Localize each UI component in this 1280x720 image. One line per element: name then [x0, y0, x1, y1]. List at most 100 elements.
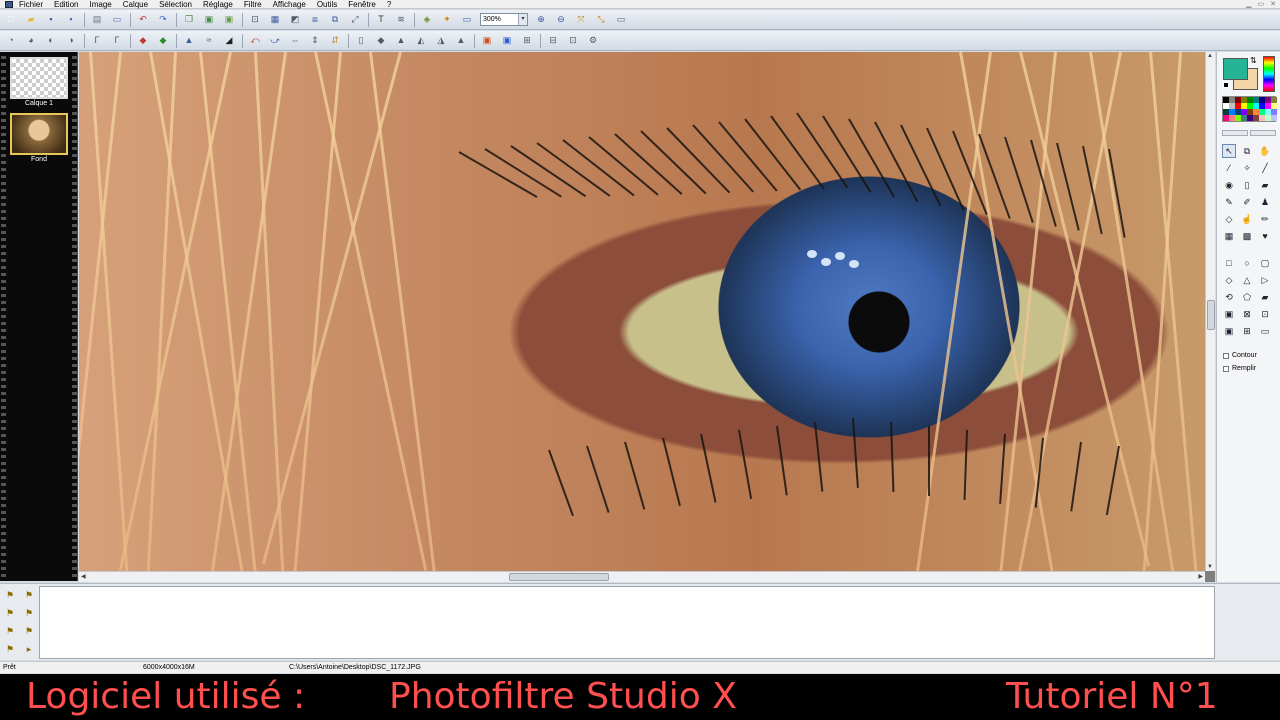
image-canvas[interactable]	[79, 52, 1205, 571]
color-balance-button[interactable]: ▣	[480, 34, 494, 48]
selection-f-tool[interactable]: ▭	[1258, 324, 1272, 338]
selection-e-tool[interactable]: ⊞	[1240, 324, 1254, 338]
scroll-down-icon[interactable]: ▼	[1207, 564, 1213, 570]
stamp-tool[interactable]: ♟	[1258, 195, 1272, 209]
layer-button[interactable]: ◈	[420, 13, 434, 27]
diamond-select-tool[interactable]: ◇	[1222, 273, 1236, 287]
zoom-out-button[interactable]: ⊖	[554, 13, 568, 27]
clone-tool[interactable]: ▩	[1240, 229, 1254, 243]
hand-tool[interactable]: ✋	[1258, 144, 1272, 158]
menu-item[interactable]: ?	[387, 0, 391, 9]
open-folder-button[interactable]: ▰	[24, 13, 38, 27]
select-arrow-tool[interactable]: ↖	[1222, 144, 1236, 158]
art-brush-tool[interactable]: ✐	[1240, 195, 1254, 209]
minimize-icon[interactable]: ▁	[1246, 0, 1251, 8]
flip-horizontal-button[interactable]: ⇔	[288, 34, 302, 48]
contour-checkbox[interactable]	[1223, 352, 1229, 359]
magic-wand-tool[interactable]: ✧	[1240, 161, 1254, 175]
warp-button[interactable]: ≋	[394, 13, 408, 27]
eyedropper-tool[interactable]: ⁄	[1222, 161, 1236, 175]
brush-tool[interactable]: ✎	[1222, 195, 1236, 209]
palette-slider[interactable]	[1222, 130, 1276, 136]
swap-colors-icon[interactable]: ⇅	[1250, 56, 1257, 65]
app-icon[interactable]	[5, 0, 13, 8]
eraser-tool[interactable]: ▰	[1258, 178, 1272, 192]
smudge-tool[interactable]: ☝	[1240, 212, 1254, 226]
selection-a-tool[interactable]: ▣	[1222, 307, 1236, 321]
scroll-right-icon[interactable]: ▶	[1198, 573, 1203, 580]
zoom-combobox[interactable]: 300% ▾	[480, 13, 528, 26]
menu-item[interactable]: Filtre	[244, 0, 262, 9]
frame-button[interactable]: ⊡	[566, 34, 580, 48]
layer-thumbnail[interactable]	[10, 57, 68, 99]
vertical-scroll-thumb[interactable]	[1207, 300, 1215, 330]
ellipse-select-tool[interactable]: ○	[1240, 256, 1254, 270]
gradient-button[interactable]: ⊟	[546, 34, 560, 48]
emboss-button[interactable]: ▲	[454, 34, 468, 48]
drop-button[interactable]: ◆	[374, 34, 388, 48]
polygon-lasso-tool[interactable]: ⬠	[1240, 290, 1254, 304]
line-tool[interactable]: ╱	[1258, 161, 1272, 175]
selection-b-tool[interactable]: ⊠	[1240, 307, 1254, 321]
rotate-left-button[interactable]: ⤺	[248, 34, 262, 48]
print-button[interactable]: ▤	[90, 13, 104, 27]
save-as-button[interactable]: ▪	[64, 13, 78, 27]
selection-c-tool[interactable]: ⊡	[1258, 307, 1272, 321]
rotate-right-button[interactable]: ⤻	[268, 34, 282, 48]
option-contour[interactable]: Contour	[1223, 352, 1257, 359]
palette-swatch[interactable]	[1271, 115, 1277, 121]
text-button[interactable]: T	[374, 13, 388, 27]
menu-item[interactable]: Réglage	[203, 0, 233, 9]
move-layer-tool[interactable]: ⧉	[1240, 144, 1254, 158]
scroll-up-icon[interactable]: ▲	[1207, 53, 1213, 59]
menu-item[interactable]: Fenêtre	[348, 0, 376, 9]
mirror-button[interactable]: ⇵	[328, 34, 342, 48]
flame-button[interactable]: ▲	[394, 34, 408, 48]
reset-colors-icon[interactable]	[1223, 82, 1229, 88]
layer-thumbnail[interactable]	[10, 113, 68, 155]
histogram-button[interactable]: ⊞	[520, 34, 534, 48]
layer-item-calque-1[interactable]: Calque 1	[10, 57, 68, 107]
save-button[interactable]: ▪	[44, 13, 58, 27]
history-a-button[interactable]: ⚑	[3, 588, 17, 602]
sharpen-button[interactable]: ◢	[222, 34, 236, 48]
sharpen-more-button[interactable]: ◮	[434, 34, 448, 48]
chevron-down-icon[interactable]: ▾	[518, 14, 527, 25]
undo-button[interactable]: ↶	[136, 13, 150, 27]
fit-window-button[interactable]: ⤧	[574, 13, 588, 27]
redo-button[interactable]: ↷	[156, 13, 170, 27]
rgb-button[interactable]: ▣	[500, 34, 514, 48]
history-e-button[interactable]: ⚑	[3, 624, 17, 638]
flip-vertical-button[interactable]: ⇕	[308, 34, 322, 48]
image-size-button[interactable]: ⧈	[308, 13, 322, 27]
canvas-size-button[interactable]: ⧉	[328, 13, 342, 27]
fullscreen-button[interactable]: ▭	[614, 13, 628, 27]
layer-item-fond[interactable]: Fond	[10, 113, 68, 163]
blur-button[interactable]: ◭	[414, 34, 428, 48]
menu-item[interactable]: Sélection	[159, 0, 192, 9]
crop-button[interactable]: ⊡	[248, 13, 262, 27]
transform-button[interactable]: ⤢	[348, 13, 362, 27]
remplir-checkbox[interactable]	[1223, 365, 1229, 372]
menu-item[interactable]: Edition	[54, 0, 78, 9]
border-button[interactable]: ▯	[354, 34, 368, 48]
history-list[interactable]	[39, 586, 1215, 659]
menu-item[interactable]: Outils	[317, 0, 337, 9]
horizontal-scroll-thumb[interactable]	[509, 573, 609, 581]
history-f-button[interactable]: ⚑	[22, 624, 36, 638]
history-c-button[interactable]: ⚑	[3, 606, 17, 620]
menu-item[interactable]: Image	[89, 0, 111, 9]
red-eye-tool[interactable]: ♥	[1258, 229, 1272, 243]
right-triangle-select-tool[interactable]: ▷	[1258, 273, 1272, 287]
zoom-in-button[interactable]: ⊕	[534, 13, 548, 27]
play-button[interactable]: ▸	[22, 642, 36, 656]
scan-button[interactable]: ▭	[110, 13, 124, 27]
window-button[interactable]: ▭	[460, 13, 474, 27]
close-icon[interactable]: ✕	[1270, 0, 1276, 8]
menu-item[interactable]: Fichier	[19, 0, 43, 9]
contrast-minus-button[interactable]: Γ	[90, 34, 104, 48]
fill-bucket-tool[interactable]: ◉	[1222, 178, 1236, 192]
texture-button[interactable]: ⚙	[586, 34, 600, 48]
grayscale-button[interactable]: ▲	[182, 34, 196, 48]
actual-size-button[interactable]: ⤡	[594, 13, 608, 27]
